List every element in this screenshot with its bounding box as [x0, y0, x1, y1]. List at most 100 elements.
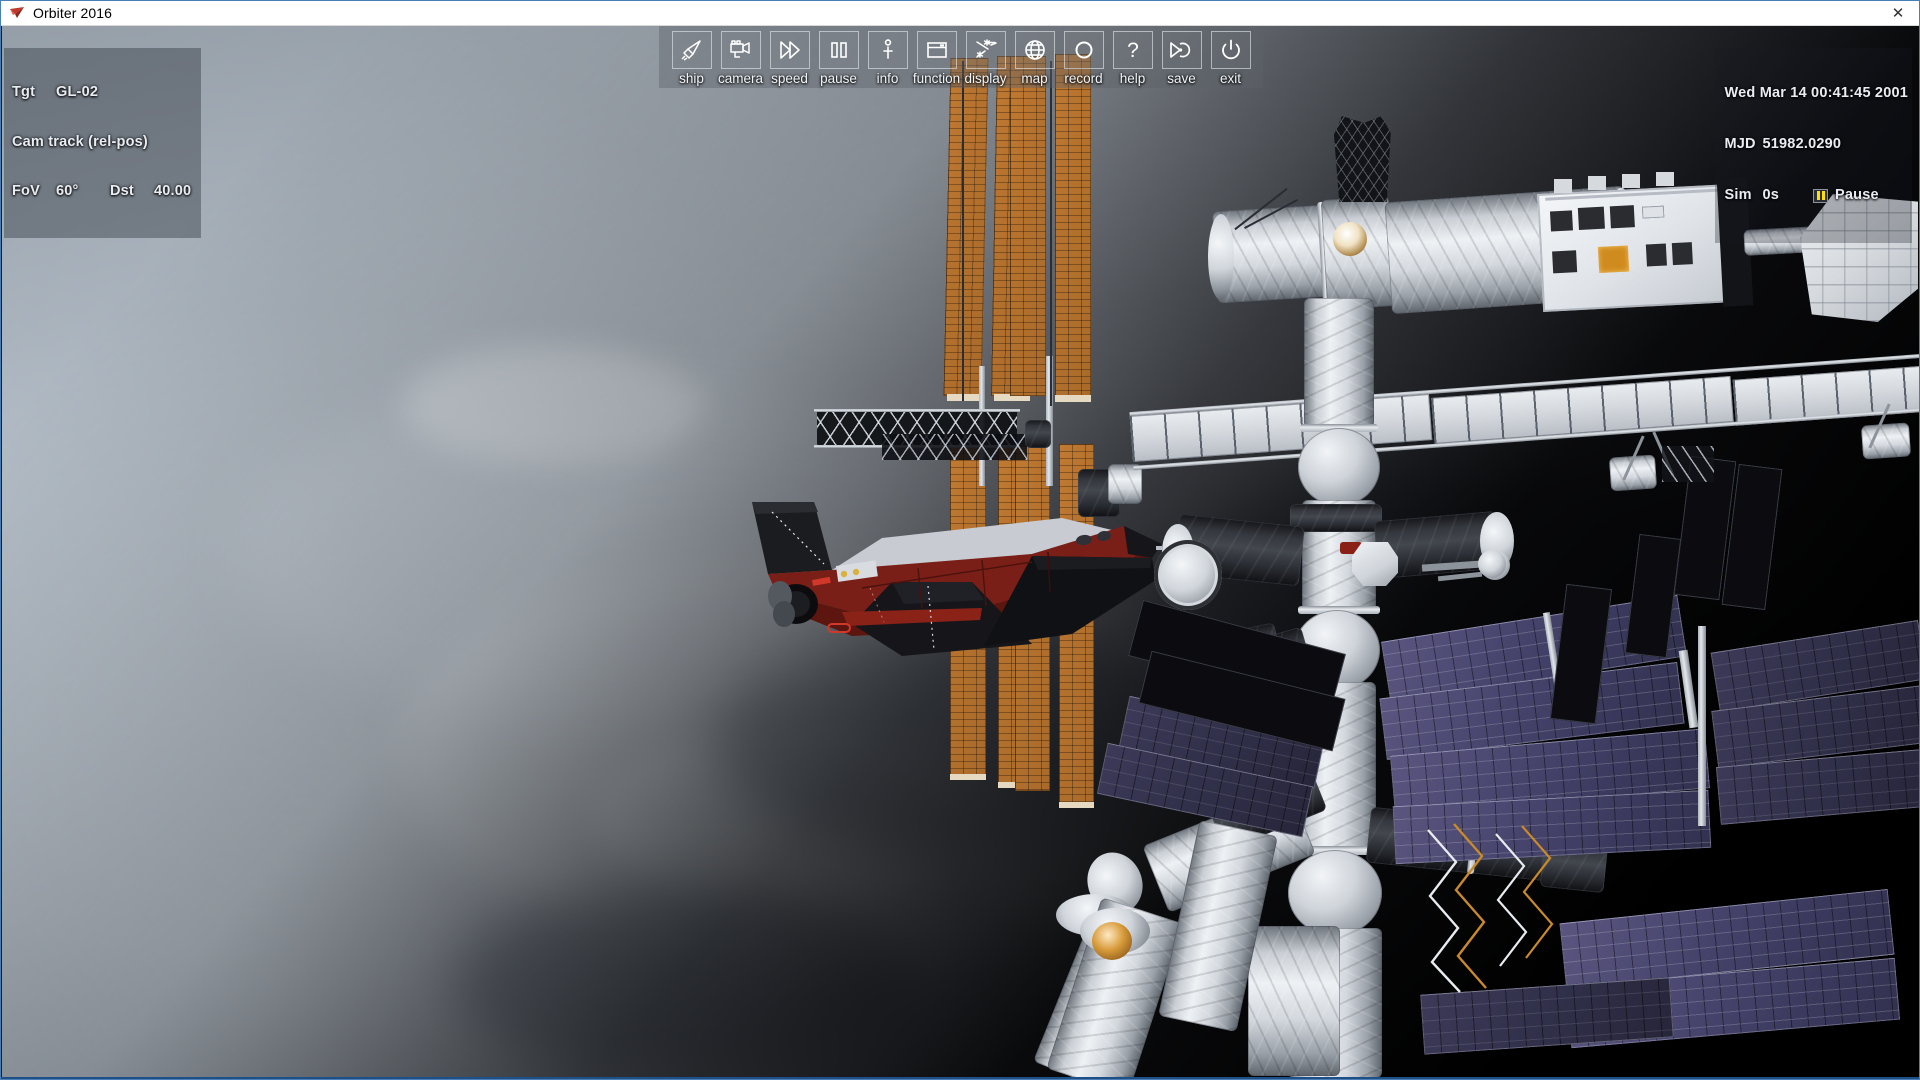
hud-fov-key: FoV — [12, 183, 40, 199]
toolbar-button-camera[interactable]: camera — [717, 31, 764, 86]
station-node-sphere — [1288, 850, 1382, 936]
toolbar-button-help[interactable]: ? help — [1109, 31, 1156, 86]
pause-indicator[interactable]: Pause — [1813, 187, 1879, 204]
toolbar-button-display[interactable]: display — [962, 31, 1009, 86]
toolbar-button-record[interactable]: record — [1060, 31, 1107, 86]
hud-camera-mode: Cam track (rel-pos) — [12, 133, 148, 150]
power-icon — [1210, 31, 1251, 69]
docking-collar-rim — [1154, 540, 1222, 610]
hud-datetime-row: Wed Mar 14 00:41:45 2001 — [1725, 85, 1908, 102]
toolbar-label-record: record — [1064, 71, 1103, 86]
toolbar-label-save: save — [1167, 71, 1196, 86]
pause-label: Pause — [1835, 187, 1879, 203]
svg-text:?: ? — [1127, 39, 1139, 62]
hud-fov-value: 60° — [56, 183, 79, 199]
main-truss-structure — [1129, 350, 1919, 486]
array-spar — [1050, 61, 1052, 406]
hud-camera-row: Cam track (rel-pos) — [12, 134, 191, 151]
toolbar-button-speed[interactable]: speed — [766, 31, 813, 86]
pallet-mount-tab — [1656, 172, 1674, 186]
hud-target-key: Tgt — [12, 84, 36, 100]
module-endcap-orange — [1092, 922, 1132, 960]
hud-info-right: Wed Mar 14 00:41:45 2001 MJD 51982.0290 … — [1714, 48, 1912, 243]
solar-array-gold-cap — [1059, 802, 1094, 808]
truss-frame-right — [1662, 446, 1714, 482]
station-node-sphere — [1298, 428, 1380, 506]
array-spar — [1698, 626, 1706, 826]
window-title: Orbiter 2016 — [33, 5, 113, 21]
window-icon — [916, 31, 957, 69]
toolbar-label-ship: ship — [679, 71, 704, 86]
hud-sim-row: Sim 0s Pause — [1725, 187, 1908, 204]
toolbar-label-speed: speed — [771, 71, 808, 86]
toolbar-label-map: map — [1021, 71, 1048, 86]
hud-sim-value: 0s — [1762, 187, 1780, 203]
fast-forward-icon — [769, 31, 810, 69]
toolbar-label-info: info — [876, 71, 899, 86]
solar-array-gold — [1010, 56, 1046, 396]
toolbar-label-pause: pause — [820, 71, 857, 86]
simulation-viewport[interactable]: Tgt GL-02 Cam track (rel-pos) FoV 60° Ds… — [2, 26, 1919, 1079]
question-mark-icon: ? — [1112, 31, 1153, 69]
solar-array-gold — [1055, 54, 1091, 397]
hud-mjd-row: MJD 51982.0290 — [1725, 136, 1908, 153]
orbiter-main-window: Orbiter 2016 ✕ Tgt GL-02 Cam track (rel-… — [0, 0, 1920, 1080]
hud-dst-key: Dst — [110, 183, 134, 199]
truss-node-box — [1860, 422, 1912, 460]
hud-target-row: Tgt GL-02 — [12, 84, 191, 101]
module-porthole — [1333, 222, 1367, 256]
hud-info-left: Tgt GL-02 Cam track (rel-pos) FoV 60° Ds… — [4, 48, 202, 238]
toolbar-label-help: help — [1119, 71, 1146, 86]
arm-housing — [1352, 542, 1398, 586]
window-bottom-border — [1, 1077, 1919, 1079]
camera-icon — [720, 31, 761, 69]
hud-fov-row: FoV 60° Dst 40.00 — [12, 183, 191, 200]
close-icon[interactable]: ✕ — [1875, 1, 1919, 25]
module-endcap — [1208, 214, 1234, 300]
docking-adapter — [1290, 504, 1382, 532]
main-toolbar: ship camera speed pause info function di… — [659, 26, 1263, 88]
toolbar-button-function[interactable]: function — [913, 31, 960, 86]
toolbar-button-exit[interactable]: exit — [1207, 31, 1254, 86]
delta-glider-spacecraft — [752, 502, 1162, 656]
toolbar-button-info[interactable]: info — [864, 31, 911, 86]
toolbar-label-display: display — [964, 71, 1007, 86]
hud-dst-value: 40.00 — [154, 183, 192, 199]
solar-array-gold-cap — [950, 774, 986, 780]
hud-mjd-value: 51982.0290 — [1762, 136, 1842, 152]
truss-equipment-box — [1025, 420, 1051, 448]
solar-array-gold — [943, 58, 989, 396]
orbital-objects — [2, 26, 1919, 1079]
ship-icon — [671, 31, 712, 69]
pause-icon — [818, 31, 859, 69]
pallet-mount-tab — [1588, 176, 1606, 190]
pallet-mount-tab — [1554, 179, 1572, 193]
hud-target-value: GL-02 — [56, 84, 99, 100]
toolbar-button-pause[interactable]: pause — [815, 31, 862, 86]
truss-lattice-left-lower — [882, 434, 1027, 460]
toolbar-label-function: function — [912, 71, 961, 86]
save-icon — [1161, 31, 1202, 69]
external-pallet — [1537, 184, 1737, 312]
station-spine-module — [1304, 298, 1374, 428]
hud-datetime: Wed Mar 14 00:41:45 2001 — [1724, 85, 1908, 101]
hud-sim-key: Sim — [1724, 187, 1752, 203]
antenna-cluster — [1333, 116, 1391, 202]
info-icon — [867, 31, 908, 69]
toolbar-button-map[interactable]: map — [1011, 31, 1058, 86]
record-circle-icon — [1063, 31, 1104, 69]
antenna-dish-small — [1478, 550, 1506, 578]
array-spar — [962, 61, 964, 401]
globe-icon — [1014, 31, 1055, 69]
truss-cable-run — [1427, 823, 1554, 993]
toolbar-label-camera: camera — [717, 71, 763, 86]
station-module-lower — [1248, 926, 1340, 1076]
hud-mjd-key: MJD — [1724, 136, 1756, 152]
toolbar-button-ship[interactable]: ship — [668, 31, 715, 86]
solar-array-gold-cap — [1055, 395, 1091, 402]
starfield-icon — [965, 31, 1006, 69]
toolbar-button-save[interactable]: save — [1158, 31, 1205, 86]
pause-icon — [1813, 188, 1829, 203]
window-titlebar: Orbiter 2016 ✕ — [1, 1, 1919, 26]
orbiter-logo-icon — [9, 5, 25, 21]
